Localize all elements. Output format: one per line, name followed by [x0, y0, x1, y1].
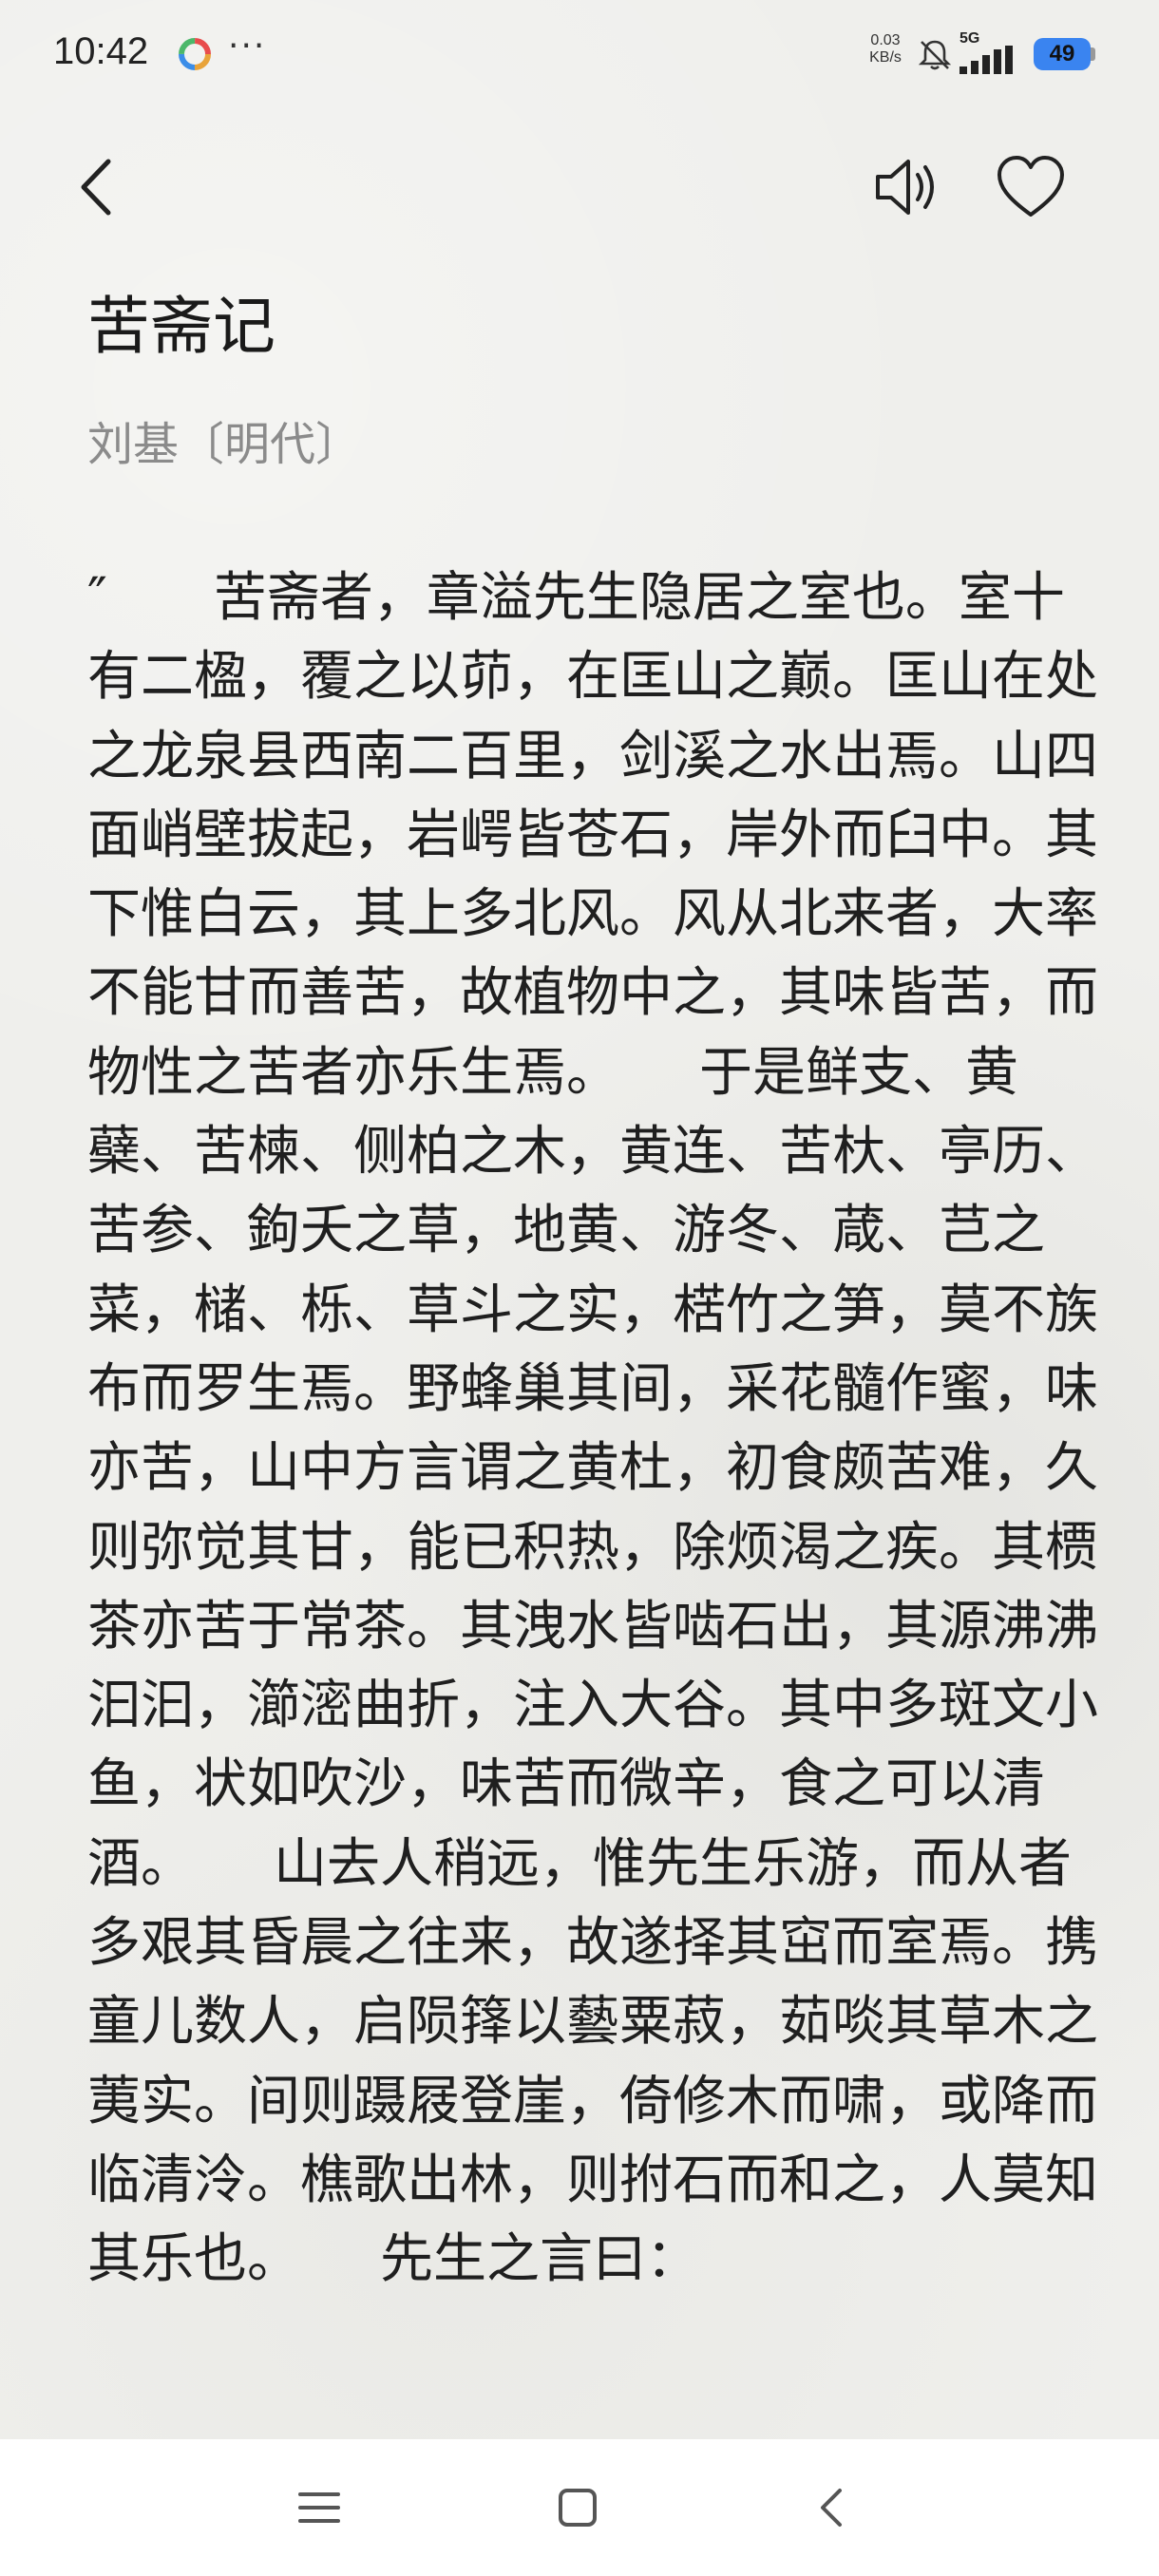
- network-speed-unit: KB/s: [869, 49, 902, 66]
- signal-indicator: 5G: [960, 30, 1020, 76]
- nav-back-icon[interactable]: [804, 2479, 861, 2536]
- speaker-icon[interactable]: [864, 144, 950, 230]
- top-nav: [0, 133, 1159, 237]
- back-arrow-icon[interactable]: [55, 144, 141, 230]
- battery-cap: [1091, 47, 1095, 61]
- more-notifications-icon: ···: [228, 27, 267, 66]
- status-bar: 10:42 ··· 0.03 KB/s 5G 49: [0, 0, 1159, 114]
- article-body: ″ 苦斋者，章溢先生隐居之室也。室十有二楹，覆之以茆，在匡山之巅。匡山在处之龙泉…: [87, 567, 1098, 2291]
- system-nav-bar: [0, 2439, 1159, 2576]
- heart-icon[interactable]: [988, 144, 1074, 230]
- battery-level: 49: [1049, 41, 1075, 66]
- app-notification-icon: [179, 38, 211, 70]
- status-time: 10:42: [53, 30, 149, 72]
- network-speed: 0.03 KB/s: [855, 32, 916, 66]
- battery-indicator: 49: [1034, 38, 1091, 70]
- article-title: 苦斋记: [87, 290, 276, 363]
- network-speed-value: 0.03: [870, 32, 901, 48]
- home-icon[interactable]: [549, 2479, 606, 2536]
- signal-strength-icon: [960, 46, 1013, 74]
- mute-bell-icon: [918, 40, 952, 70]
- menu-icon[interactable]: [291, 2479, 348, 2536]
- article-author: 刘基〔明代〕: [87, 418, 362, 471]
